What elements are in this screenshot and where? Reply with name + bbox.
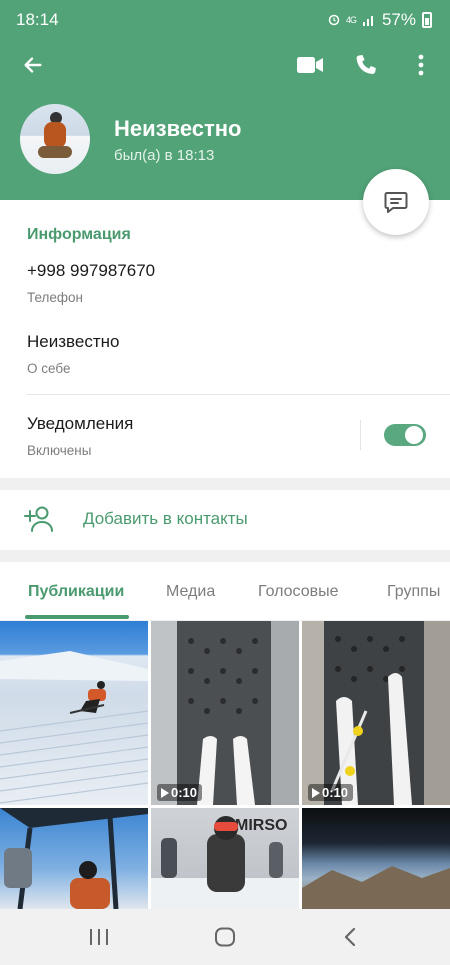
add-person-icon (24, 506, 53, 532)
message-icon (384, 192, 408, 213)
tab-posts[interactable]: Публикации (28, 583, 124, 601)
video-duration: 0:10 (308, 784, 354, 801)
profile-name: Неизвестно (114, 116, 242, 141)
media-thumbnail[interactable]: 0:10 (151, 621, 299, 805)
profile-header: 18:14 4G 57% Неизвестно был(а) в 18:13 (0, 0, 450, 200)
back-button[interactable] (13, 45, 53, 85)
avatar[interactable] (20, 104, 90, 174)
add-contact-button[interactable]: Добавить в контакты (83, 509, 248, 529)
phone-icon (356, 55, 376, 74)
media-thumbnail[interactable] (0, 808, 148, 909)
phone-number[interactable]: +998 997987670 (27, 261, 155, 281)
play-icon (161, 787, 169, 798)
video-duration: 0:10 (157, 784, 203, 801)
phone-label: Телефон (27, 290, 84, 305)
media-thumbnail[interactable]: MIRSO (151, 808, 299, 909)
media-thumbnail[interactable]: 0:10 (302, 621, 450, 805)
notifications-title[interactable]: Уведомления (27, 414, 133, 434)
alarm-icon (328, 14, 340, 26)
network-type: 4G (345, 14, 357, 25)
home-icon[interactable] (214, 927, 236, 947)
recent-apps-icon[interactable] (88, 927, 110, 947)
nav-back-icon[interactable] (342, 927, 358, 947)
battery-percent: 57% (381, 10, 416, 29)
video-call-button[interactable] (290, 45, 330, 85)
status-bar: 18:14 4G 57% (0, 0, 450, 40)
media-grid: 0:10 0:10 MIRSO (0, 621, 450, 909)
svg-text:MIRSO: MIRSO (235, 817, 287, 834)
divider (27, 394, 450, 395)
more-options-button[interactable] (401, 45, 441, 85)
video-call-icon (297, 57, 323, 73)
media-thumbnail[interactable] (0, 621, 148, 805)
notifications-toggle[interactable] (384, 424, 426, 446)
call-button[interactable] (346, 45, 386, 85)
separator (360, 420, 361, 450)
tab-media[interactable]: Медиа (166, 583, 215, 601)
app-bar (0, 40, 450, 90)
bio-value[interactable]: Неизвестно (27, 332, 119, 352)
tab-groups[interactable]: Группы (387, 583, 440, 601)
play-icon (312, 787, 320, 798)
system-nav-bar (0, 909, 450, 965)
status-time: 18:14 (16, 10, 59, 29)
info-section-title: Информация (27, 226, 131, 243)
bio-label: О себе (27, 361, 71, 376)
battery-icon (422, 12, 432, 28)
notifications-status: Включены (27, 443, 92, 458)
signal-icon (362, 16, 373, 26)
media-thumbnail[interactable] (302, 808, 450, 909)
active-tab-indicator (25, 615, 129, 619)
back-arrow-icon (24, 57, 42, 73)
last-seen: был(а) в 18:13 (114, 147, 215, 164)
tab-voice[interactable]: Голосовые (258, 583, 339, 601)
more-vert-icon (418, 54, 424, 76)
send-message-button[interactable] (363, 169, 429, 235)
